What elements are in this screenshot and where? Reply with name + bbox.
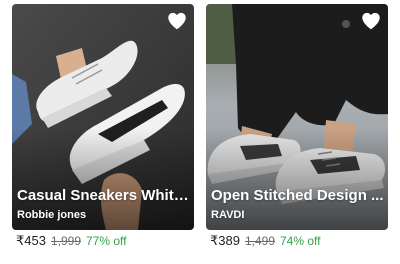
product-title[interactable]: Open Stitched Design ...: [211, 186, 385, 206]
original-price: 1,999: [50, 234, 81, 248]
price-row: ₹389 1,499 74% off: [210, 233, 320, 253]
product-card[interactable]: Casual Sneakers White... Robbie jones ₹4…: [12, 4, 194, 260]
heart-icon: [168, 12, 186, 30]
wishlist-button[interactable]: [166, 10, 188, 32]
discount-badge: 74% off: [280, 234, 321, 248]
product-grid: Casual Sneakers White... Robbie jones ₹4…: [0, 0, 400, 264]
heart-icon: [362, 12, 380, 30]
price-row: ₹453 1,999 77% off: [16, 233, 126, 253]
discount-badge: 77% off: [86, 234, 127, 248]
selling-price: ₹453: [16, 233, 46, 248]
product-brand: RAVDI: [211, 209, 245, 221]
product-card[interactable]: Open Stitched Design ... RAVDI ₹389 1,49…: [206, 4, 388, 260]
original-price: 1,499: [244, 234, 275, 248]
wishlist-button[interactable]: [360, 10, 382, 32]
product-brand: Robbie jones: [17, 209, 87, 221]
product-title[interactable]: Casual Sneakers White...: [17, 186, 191, 206]
selling-price: ₹389: [210, 233, 240, 248]
